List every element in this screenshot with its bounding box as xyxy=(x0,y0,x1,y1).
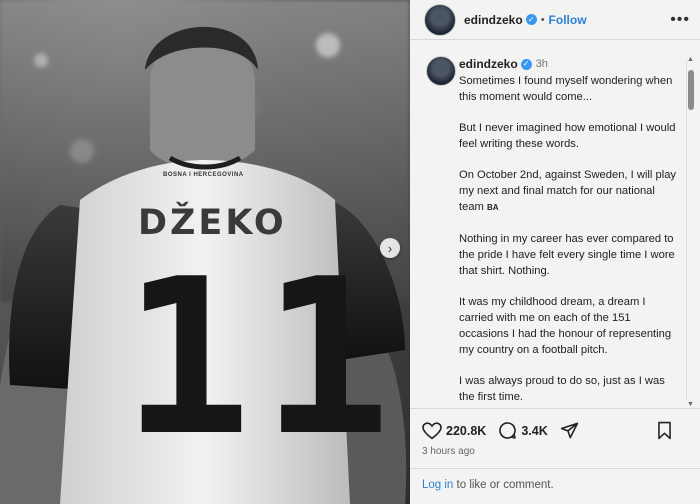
share-button[interactable] xyxy=(560,421,583,440)
caption-paragraph: Nothing in my career has ever compared t… xyxy=(459,233,675,277)
flag-emoji: BA xyxy=(486,203,499,212)
caption-scroll-area[interactable]: edindzeko ✓ 3h Sometimes I found myself … xyxy=(410,46,700,408)
caption-paragraph: I was always proud to do so, just as I w… xyxy=(459,375,665,403)
avatar[interactable] xyxy=(424,3,456,36)
login-prompt-text: to like or comment. xyxy=(453,479,554,491)
verified-badge-icon: ✓ xyxy=(520,58,532,70)
caption-paragraph: On October 2nd, against Sweden, I will p… xyxy=(459,169,677,213)
caption-paragraph: It was my childhood dream, a dream I car… xyxy=(459,296,672,356)
bookmark-icon xyxy=(658,421,671,440)
posted-time: 3 hours ago xyxy=(422,446,475,457)
scroll-down-arrow-icon[interactable]: ▼ xyxy=(687,401,694,408)
comment-button[interactable]: 3.4K xyxy=(498,421,548,440)
share-paper-plane-icon xyxy=(560,422,578,439)
login-prompt: Log in to like or comment. xyxy=(410,468,700,504)
scroll-thumb[interactable] xyxy=(688,70,694,110)
caption-paragraph: Sometimes I found myself wondering when … xyxy=(459,75,673,103)
like-count: 220.8K xyxy=(446,423,487,438)
jersey-header: BOSNA I HERCEGOVINA xyxy=(163,172,244,178)
like-button[interactable]: 220.8K xyxy=(422,421,487,440)
scroll-up-arrow-icon[interactable]: ▲ xyxy=(687,56,694,63)
username[interactable]: edindzeko xyxy=(464,13,523,27)
scrollbar[interactable]: ▲ ▼ xyxy=(686,56,694,408)
caption-paragraph: But I never imagined how emotional I wou… xyxy=(459,122,676,150)
caption-time: 3h xyxy=(535,58,548,70)
follow-button[interactable]: Follow xyxy=(549,13,587,27)
login-link[interactable]: Log in xyxy=(422,479,453,491)
comment-count: 3.4K xyxy=(521,423,548,438)
chevron-right-icon[interactable]: › xyxy=(380,238,400,258)
heart-icon xyxy=(422,421,442,439)
caption: edindzeko ✓ 3h Sometimes I found myself … xyxy=(459,56,681,408)
caption-username[interactable]: edindzeko xyxy=(459,56,518,72)
more-options-icon[interactable]: ••• xyxy=(670,11,690,29)
post-photo: BOSNA I HERCEGOVINA DŽEKO 11 › xyxy=(0,0,410,504)
post-panel: edindzeko ✓ • Follow ••• edindzeko ✓ 3h … xyxy=(410,0,700,504)
comment-bubble-icon xyxy=(499,422,517,439)
verified-badge-icon: ✓ xyxy=(525,14,537,25)
jersey-number: 11 xyxy=(122,232,401,483)
save-button[interactable] xyxy=(657,421,676,440)
caption-avatar[interactable] xyxy=(426,56,456,86)
post-header: edindzeko ✓ • Follow ••• xyxy=(410,0,700,40)
